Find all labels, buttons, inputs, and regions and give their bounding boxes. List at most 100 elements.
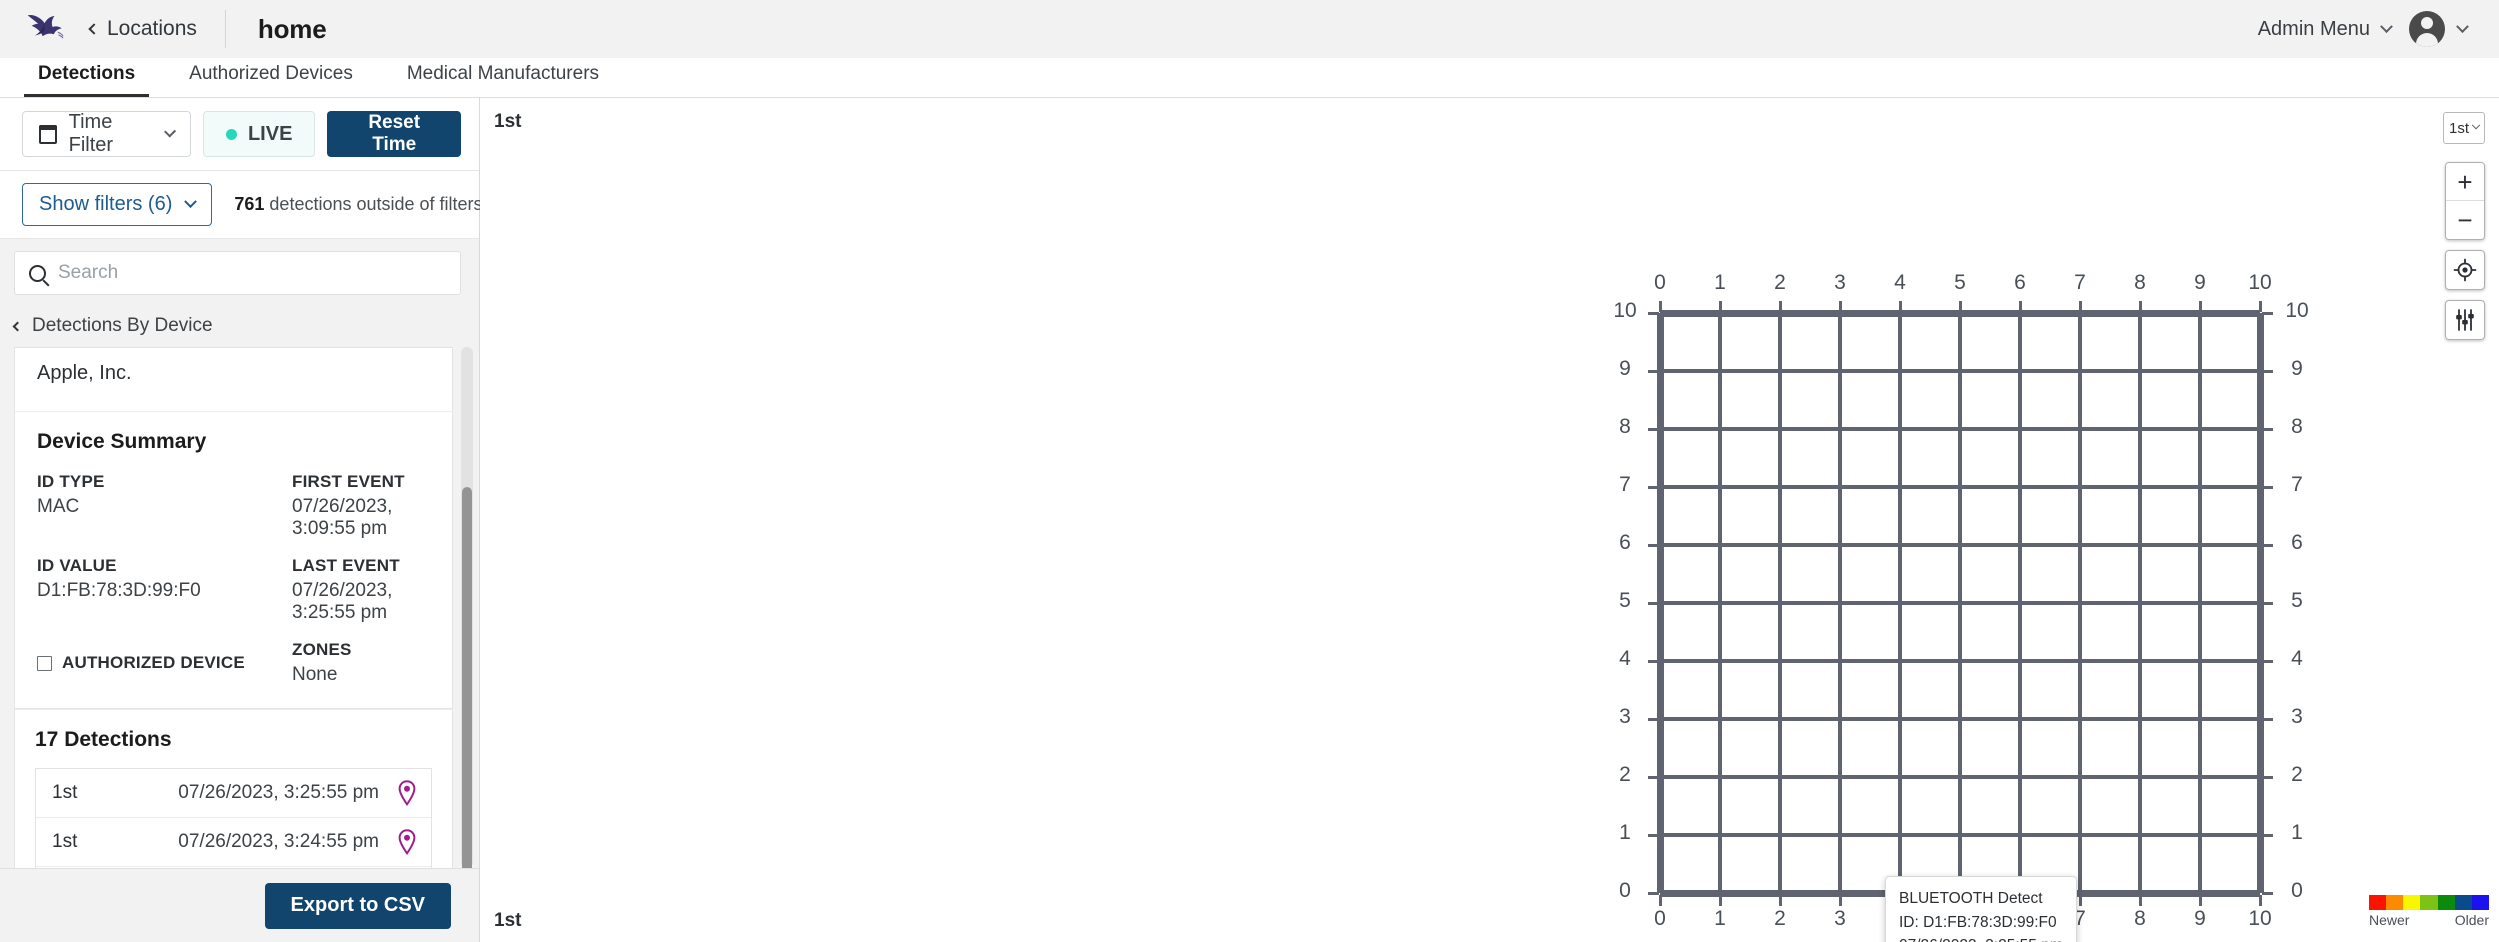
device-summary-grid: ID TYPE MAC FIRST EVENT 07/26/2023, 3:09… bbox=[37, 472, 430, 686]
grid-line-horizontal bbox=[1660, 601, 2260, 605]
grid-line-vertical bbox=[2078, 313, 2082, 893]
zoom-controls: + − bbox=[2445, 162, 2485, 240]
device-vendor-name: Apple, Inc. bbox=[37, 362, 132, 384]
axis-tick bbox=[1648, 486, 1659, 489]
tab-authorized-devices[interactable]: Authorized Devices bbox=[175, 63, 367, 97]
legend-older-label: Older bbox=[2454, 912, 2489, 928]
show-filters-button[interactable]: Show filters (6) bbox=[22, 183, 213, 226]
axis-label-y-right: 1 bbox=[2291, 821, 2303, 844]
export-to-csv-button[interactable]: Export to CSV bbox=[264, 882, 451, 929]
map-pin-icon[interactable] bbox=[397, 829, 417, 855]
grid-line-vertical bbox=[2257, 313, 2264, 893]
axis-label-x-top: 4 bbox=[1894, 271, 1906, 294]
legend-swatch bbox=[2403, 895, 2421, 910]
axis-label-y-left: 8 bbox=[1619, 415, 1631, 438]
search-section bbox=[0, 239, 479, 307]
bat-logo-icon bbox=[24, 9, 68, 49]
zones-label: ZONES bbox=[292, 640, 352, 659]
account-menu-button[interactable] bbox=[2409, 11, 2469, 47]
axis-label-y-right: 5 bbox=[2291, 589, 2303, 612]
chevron-down-icon bbox=[2380, 19, 2393, 33]
axis-label-y-left: 2 bbox=[1619, 763, 1631, 786]
legend-swatch bbox=[2386, 895, 2404, 910]
axis-tick bbox=[1659, 301, 1662, 312]
chevron-down-icon bbox=[163, 125, 176, 138]
floor-tag-bottom: 1st bbox=[494, 910, 522, 931]
avatar bbox=[2409, 11, 2445, 47]
table-row[interactable]: 1st 07/26/2023, 3:23:55 pm bbox=[36, 867, 431, 868]
axis-tick bbox=[2262, 892, 2273, 895]
axis-tick bbox=[1839, 301, 1842, 312]
time-filter-dropdown[interactable]: Time Filter bbox=[22, 111, 191, 157]
axis-tick bbox=[1648, 602, 1659, 605]
show-filters-label: Show filters (6) bbox=[39, 193, 173, 215]
axis-tick bbox=[2259, 301, 2262, 312]
sliders-icon[interactable] bbox=[2445, 300, 2485, 340]
crosshair-icon[interactable] bbox=[2445, 250, 2485, 290]
axis-label-x-top: 5 bbox=[1954, 271, 1966, 294]
live-toggle[interactable]: LIVE bbox=[202, 111, 316, 157]
axis-label-y-right: 8 bbox=[2291, 415, 2303, 438]
axis-label-y-right: 10 bbox=[2285, 299, 2309, 322]
chevron-left-icon bbox=[12, 321, 23, 331]
axis-label-y-left: 0 bbox=[1619, 879, 1631, 902]
zoom-out-button[interactable]: − bbox=[2446, 201, 2484, 239]
device-vendor-card: Apple, Inc. bbox=[14, 347, 453, 411]
detection-floor: 1st bbox=[52, 831, 78, 852]
floor-select-dropdown[interactable]: 1st bbox=[2443, 112, 2485, 144]
back-to-locations-link[interactable]: Locations bbox=[88, 17, 197, 41]
field-value: D1:FB:78:3D:99:F0 bbox=[37, 580, 201, 601]
axis-label-y-right: 4 bbox=[2291, 647, 2303, 670]
tooltip-line-id: ID: D1:FB:78:3D:99:F0 bbox=[1899, 913, 2057, 931]
time-filter-label: Time Filter bbox=[68, 111, 114, 156]
axis-label-x-top: 7 bbox=[2074, 271, 2086, 294]
axis-tick bbox=[1899, 301, 1902, 312]
axis-tick bbox=[2139, 301, 2142, 312]
axis-label-x-bottom: 10 bbox=[2248, 907, 2272, 930]
floor-tag-top: 1st bbox=[494, 111, 522, 132]
app-root: Locations home Admin Menu Detections Aut… bbox=[0, 0, 2499, 942]
field-value: 07/26/2023, 3:25:55 pm bbox=[292, 580, 393, 623]
axis-tick bbox=[1648, 660, 1659, 663]
header-divider bbox=[224, 10, 226, 48]
axis-tick bbox=[1779, 301, 1782, 312]
tab-detections[interactable]: Detections bbox=[24, 63, 150, 97]
axis-label-x-top: 1 bbox=[1714, 271, 1726, 294]
table-row[interactable]: 1st 07/26/2023, 3:25:55 pm bbox=[36, 769, 431, 818]
axis-tick bbox=[1648, 544, 1659, 547]
grid-line-horizontal bbox=[1660, 775, 2260, 779]
search-box[interactable] bbox=[14, 251, 461, 295]
chevron-down-icon bbox=[184, 195, 198, 209]
chevron-down-icon bbox=[2456, 19, 2469, 33]
axis-label-x-bottom: 8 bbox=[2134, 907, 2146, 930]
legend-swatch bbox=[2437, 895, 2455, 910]
breadcrumb[interactable]: Detections By Device bbox=[0, 307, 479, 347]
admin-menu-label: Admin Menu bbox=[2257, 17, 2370, 40]
axis-label-x-top: 3 bbox=[1834, 271, 1846, 294]
table-row[interactable]: 1st 07/26/2023, 3:24:55 pm bbox=[36, 818, 431, 867]
zones-value: None bbox=[292, 664, 338, 685]
sidebar-scrollbar-track[interactable] bbox=[461, 347, 473, 868]
admin-menu-button[interactable]: Admin Menu bbox=[2257, 17, 2393, 41]
axis-label-x-top: 2 bbox=[1774, 271, 1786, 294]
axis-tick bbox=[1648, 370, 1659, 373]
axis-tick bbox=[1719, 301, 1722, 312]
sidebar-scroll-area: Apple, Inc. Device Summary ID TYPE MAC F… bbox=[0, 347, 479, 868]
axis-label-y-right: 3 bbox=[2291, 705, 2303, 728]
axis-label-y-left: 5 bbox=[1619, 589, 1631, 612]
sidebar-scrollbar-thumb[interactable] bbox=[462, 487, 472, 868]
tab-medical-manufacturers[interactable]: Medical Manufacturers bbox=[393, 63, 613, 97]
authorized-device-checkbox[interactable] bbox=[37, 655, 52, 671]
axis-label-x-top: 6 bbox=[2014, 271, 2026, 294]
field-label: ID VALUE bbox=[37, 556, 117, 575]
sidebar-footer: Export to CSV bbox=[0, 868, 479, 942]
floor-map[interactable]: 1st 1st 00101011992288337744665555664477… bbox=[480, 98, 2499, 942]
authorized-device-label: AUTHORIZED DEVICE bbox=[62, 653, 245, 672]
legend-swatch bbox=[2420, 895, 2438, 910]
legend-swatch bbox=[2454, 895, 2472, 910]
zoom-in-button[interactable]: + bbox=[2446, 163, 2484, 201]
map-pin-icon[interactable] bbox=[397, 780, 417, 806]
detection-floor: 1st bbox=[52, 782, 78, 803]
reset-time-button[interactable]: Reset Time bbox=[327, 111, 461, 157]
search-input[interactable] bbox=[58, 262, 446, 284]
